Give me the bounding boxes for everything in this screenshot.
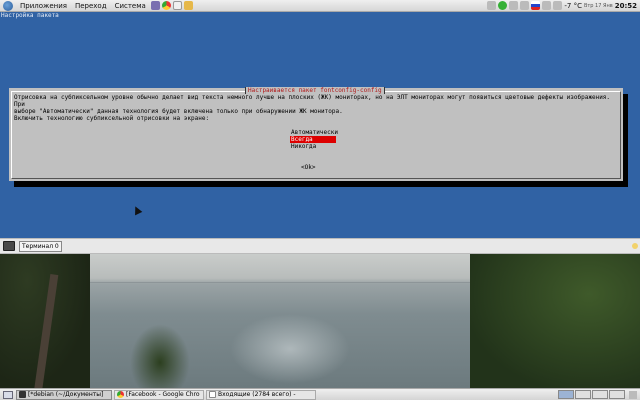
desktop-wallpaper <box>0 254 640 388</box>
chrome-launcher-icon[interactable] <box>161 1 171 10</box>
dialog-question: Включить технологию субпиксельной отрисо… <box>14 115 210 122</box>
notification-icon[interactable] <box>632 243 638 249</box>
dialog-title: Настраивается пакет fontconfig-config <box>245 87 385 94</box>
text-editor-launcher-icon[interactable] <box>172 1 182 10</box>
terminal-tabbar: Терминал 0 <box>0 238 640 254</box>
workspace-3[interactable] <box>592 390 608 399</box>
option-list: Автоматически Всегда Никогда <box>290 129 338 150</box>
system-tray: -7 °C Втр 17 Янв 20:52 <box>487 1 640 10</box>
workspace-4[interactable] <box>609 390 625 399</box>
show-desktop-icon[interactable] <box>3 390 13 399</box>
foliage-right <box>470 254 640 388</box>
clock[interactable]: 20:52 <box>615 2 637 10</box>
menu-places[interactable]: Переход <box>71 2 111 10</box>
terminal-window[interactable]: Настройка пакета Настраивается пакет fon… <box>0 12 640 238</box>
menu-applications[interactable]: Приложения <box>16 2 71 10</box>
tab-terminal-0[interactable]: Терминал 0 <box>19 240 62 252</box>
workspace-1[interactable] <box>558 390 574 399</box>
terminal-launcher-icon[interactable] <box>150 1 160 10</box>
chrome-icon <box>117 391 124 398</box>
taskbar-item-terminal[interactable]: [*debian (~/Документы] <box>16 389 112 400</box>
taskbar-item-label: [Facebook - Google Chro <box>126 391 200 398</box>
status-ok-icon[interactable] <box>498 1 508 10</box>
temperature-readout[interactable]: -7 °C <box>564 2 582 10</box>
keyboard-layout-icon[interactable] <box>531 1 541 10</box>
menu-system[interactable]: Система <box>111 2 150 10</box>
sea-glint <box>230 314 350 384</box>
terminal-header-text: Настройка пакета <box>1 12 59 19</box>
gnome-foot-icon[interactable] <box>3 0 13 11</box>
weather-icon[interactable] <box>520 1 530 10</box>
option-never[interactable]: Никогда <box>290 143 336 150</box>
volume-icon[interactable] <box>542 1 552 10</box>
option-always[interactable]: Всегда <box>290 136 336 143</box>
file-manager-launcher-icon[interactable] <box>183 1 193 10</box>
workspace-2[interactable] <box>575 390 591 399</box>
option-automatic[interactable]: Автоматически <box>290 129 338 136</box>
mail-icon <box>209 391 216 398</box>
debconf-dialog: Настраивается пакет fontconfig-config От… <box>9 87 623 181</box>
messenger-icon[interactable] <box>509 1 519 10</box>
mouse-pointer-icon <box>131 204 143 216</box>
top-panel: Приложения Переход Система -7 °C Втр 17 … <box>0 0 640 12</box>
trash-icon[interactable] <box>629 390 637 399</box>
foliage-mid <box>130 324 190 388</box>
date-label[interactable]: Втр 17 Янв <box>584 3 613 9</box>
terminal-icon <box>19 391 26 398</box>
terminal-app-icon[interactable] <box>3 241 15 251</box>
taskbar-item-label: Входящие (2784 всего) - <box>218 391 296 398</box>
workspace-switcher <box>558 390 625 399</box>
cloud-icon[interactable] <box>553 1 563 10</box>
bottom-taskbar: [*debian (~/Документы] [Facebook - Googl… <box>0 388 640 400</box>
dialog-description: Отрисовка на субпиксельном уровне обычно… <box>14 94 611 115</box>
taskbar-item-mail[interactable]: Входящие (2784 всего) - <box>206 389 316 400</box>
network-icon[interactable] <box>487 1 497 10</box>
taskbar-item-chrome[interactable]: [Facebook - Google Chro <box>114 389 204 400</box>
taskbar-item-label: [*debian (~/Документы] <box>28 391 104 398</box>
ok-button[interactable]: <Ok> <box>301 164 315 171</box>
